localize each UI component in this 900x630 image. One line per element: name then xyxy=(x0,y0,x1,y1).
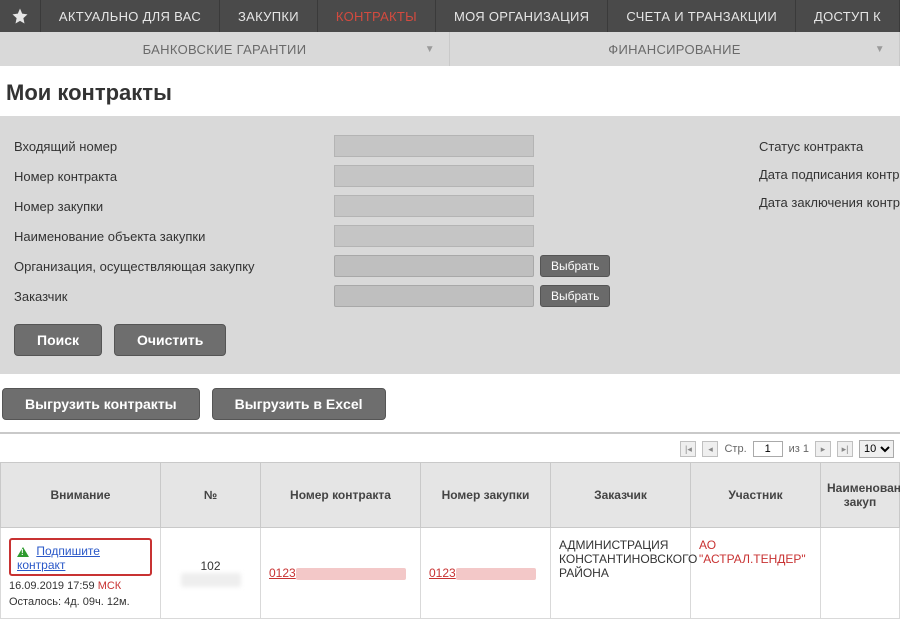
nav-item-purchases[interactable]: ЗАКУПКИ xyxy=(220,0,318,32)
row-number-value: 102 xyxy=(200,559,220,573)
purchase-number-link[interactable]: 0123 xyxy=(429,566,536,580)
label-purchasing-org: Организация, осуществляющая закупку xyxy=(14,259,334,274)
col-contract-number[interactable]: Номер контракта xyxy=(261,463,421,528)
table-row: Подпишите контракт 16.09.2019 17:59 МСК … xyxy=(1,528,900,619)
label-object-name: Наименование объекта закупки xyxy=(14,229,334,244)
cell-contract-number: 0123 xyxy=(261,528,421,619)
subnav-tab-label: БАНКОВСКИЕ ГАРАНТИИ xyxy=(143,42,307,57)
star-icon[interactable] xyxy=(0,0,41,32)
cell-object-name xyxy=(821,528,900,619)
nav-item-actual[interactable]: АКТУАЛЬНО ДЛЯ ВАС xyxy=(41,0,220,32)
col-purchase-number[interactable]: Номер закупки xyxy=(421,463,551,528)
timezone-value: МСК xyxy=(98,580,122,592)
col-object-name[interactable]: Наименование закуп xyxy=(821,463,900,528)
pager-page-prefix: Стр. xyxy=(724,443,746,455)
redacted-contract-number xyxy=(296,568,406,580)
datetime-value: 16.09.2019 17:59 xyxy=(9,580,95,592)
nav-item-access[interactable]: ДОСТУП К xyxy=(796,0,900,32)
object-name-input[interactable] xyxy=(334,225,534,247)
sub-nav: БАНКОВСКИЕ ГАРАНТИИ ▼ ФИНАНСИРОВАНИЕ ▼ xyxy=(0,32,900,66)
label-sign-date: Дата подписания контр xyxy=(759,160,900,188)
contract-number-input[interactable] xyxy=(334,165,534,187)
label-incoming-number: Входящий номер xyxy=(14,139,334,154)
purchase-number-input[interactable] xyxy=(334,195,534,217)
incoming-number-input[interactable] xyxy=(334,135,534,157)
label-contract-status: Статус контракта xyxy=(759,132,900,160)
col-attention[interactable]: Внимание xyxy=(1,463,161,528)
cell-purchase-number: 0123 xyxy=(421,528,551,619)
pager-per-page-select[interactable]: 10 xyxy=(859,440,894,458)
attention-callout: Подпишите контракт xyxy=(9,538,152,576)
export-contracts-button[interactable]: Выгрузить контракты xyxy=(2,388,200,420)
col-customer[interactable]: Заказчик xyxy=(551,463,691,528)
attention-datetime: 16.09.2019 17:59 МСК xyxy=(9,580,152,592)
pager-next-button[interactable]: ▸ xyxy=(815,441,831,457)
purchase-number-prefix: 0123 xyxy=(429,566,456,580)
subnav-tab-guarantees[interactable]: БАНКОВСКИЕ ГАРАНТИИ ▼ xyxy=(0,32,450,66)
col-participant[interactable]: Участник xyxy=(691,463,821,528)
export-row: Выгрузить контракты Выгрузить в Excel xyxy=(0,374,900,426)
purchasing-org-display xyxy=(334,255,534,277)
contract-number-link[interactable]: 0123 xyxy=(269,566,406,580)
warning-icon xyxy=(17,547,29,557)
chevron-down-icon: ▼ xyxy=(875,44,885,55)
contracts-table: Внимание № Номер контракта Номер закупки… xyxy=(0,462,900,619)
subnav-tab-financing[interactable]: ФИНАНСИРОВАНИЕ ▼ xyxy=(450,32,900,66)
sign-contract-link[interactable]: Подпишите контракт xyxy=(17,544,100,572)
label-purchase-number: Номер закупки xyxy=(14,199,334,214)
pager-first-button[interactable]: |◂ xyxy=(680,441,696,457)
pager-page-suffix: из 1 xyxy=(789,443,809,455)
cell-attention: Подпишите контракт 16.09.2019 17:59 МСК … xyxy=(1,528,161,619)
pager-prev-button[interactable]: ◂ xyxy=(702,441,718,457)
pager-last-button[interactable]: ▸| xyxy=(837,441,853,457)
export-excel-button[interactable]: Выгрузить в Excel xyxy=(212,388,386,420)
label-contract-number: Номер контракта xyxy=(14,169,334,184)
attention-remaining: Осталось: 4д. 09ч. 12м. xyxy=(9,596,152,608)
clear-button[interactable]: Очистить xyxy=(114,324,226,356)
nav-item-contracts[interactable]: КОНТРАКТЫ xyxy=(318,0,436,32)
contract-number-prefix: 0123 xyxy=(269,566,296,580)
label-conclude-date: Дата заключения контр xyxy=(759,188,900,216)
subnav-tab-label: ФИНАНСИРОВАНИЕ xyxy=(608,42,740,57)
customer-display xyxy=(334,285,534,307)
nav-item-accounts[interactable]: СЧЕТА И ТРАНЗАКЦИИ xyxy=(608,0,796,32)
pager: |◂ ◂ Стр. из 1 ▸ ▸| 10 xyxy=(0,434,900,462)
col-number[interactable]: № xyxy=(161,463,261,528)
filter-right-labels: Статус контракта Дата подписания контр Д… xyxy=(759,116,900,216)
cell-number: 102 xyxy=(161,528,261,619)
chevron-down-icon: ▼ xyxy=(425,44,435,55)
redacted-purchase-number xyxy=(456,568,536,580)
choose-purchasing-org-button[interactable]: Выбрать xyxy=(540,255,610,277)
participant-link[interactable]: АО "АСТРАЛ.ТЕНДЕР" xyxy=(699,538,806,566)
table-header-row: Внимание № Номер контракта Номер закупки… xyxy=(1,463,900,528)
pager-page-input[interactable] xyxy=(753,441,783,457)
cell-customer: АДМИНИСТРАЦИЯ КОНСТАНТИНОВСКОГО РАЙОНА xyxy=(551,528,691,619)
page-title: Мои контракты xyxy=(0,66,900,116)
label-customer: Заказчик xyxy=(14,289,334,304)
choose-customer-button[interactable]: Выбрать xyxy=(540,285,610,307)
top-nav: АКТУАЛЬНО ДЛЯ ВАС ЗАКУПКИ КОНТРАКТЫ МОЯ … xyxy=(0,0,900,32)
search-button[interactable]: Поиск xyxy=(14,324,102,356)
cell-participant: АО "АСТРАЛ.ТЕНДЕР" xyxy=(691,528,821,619)
redacted-number xyxy=(181,573,241,587)
nav-item-my-org[interactable]: МОЯ ОРГАНИЗАЦИЯ xyxy=(436,0,608,32)
